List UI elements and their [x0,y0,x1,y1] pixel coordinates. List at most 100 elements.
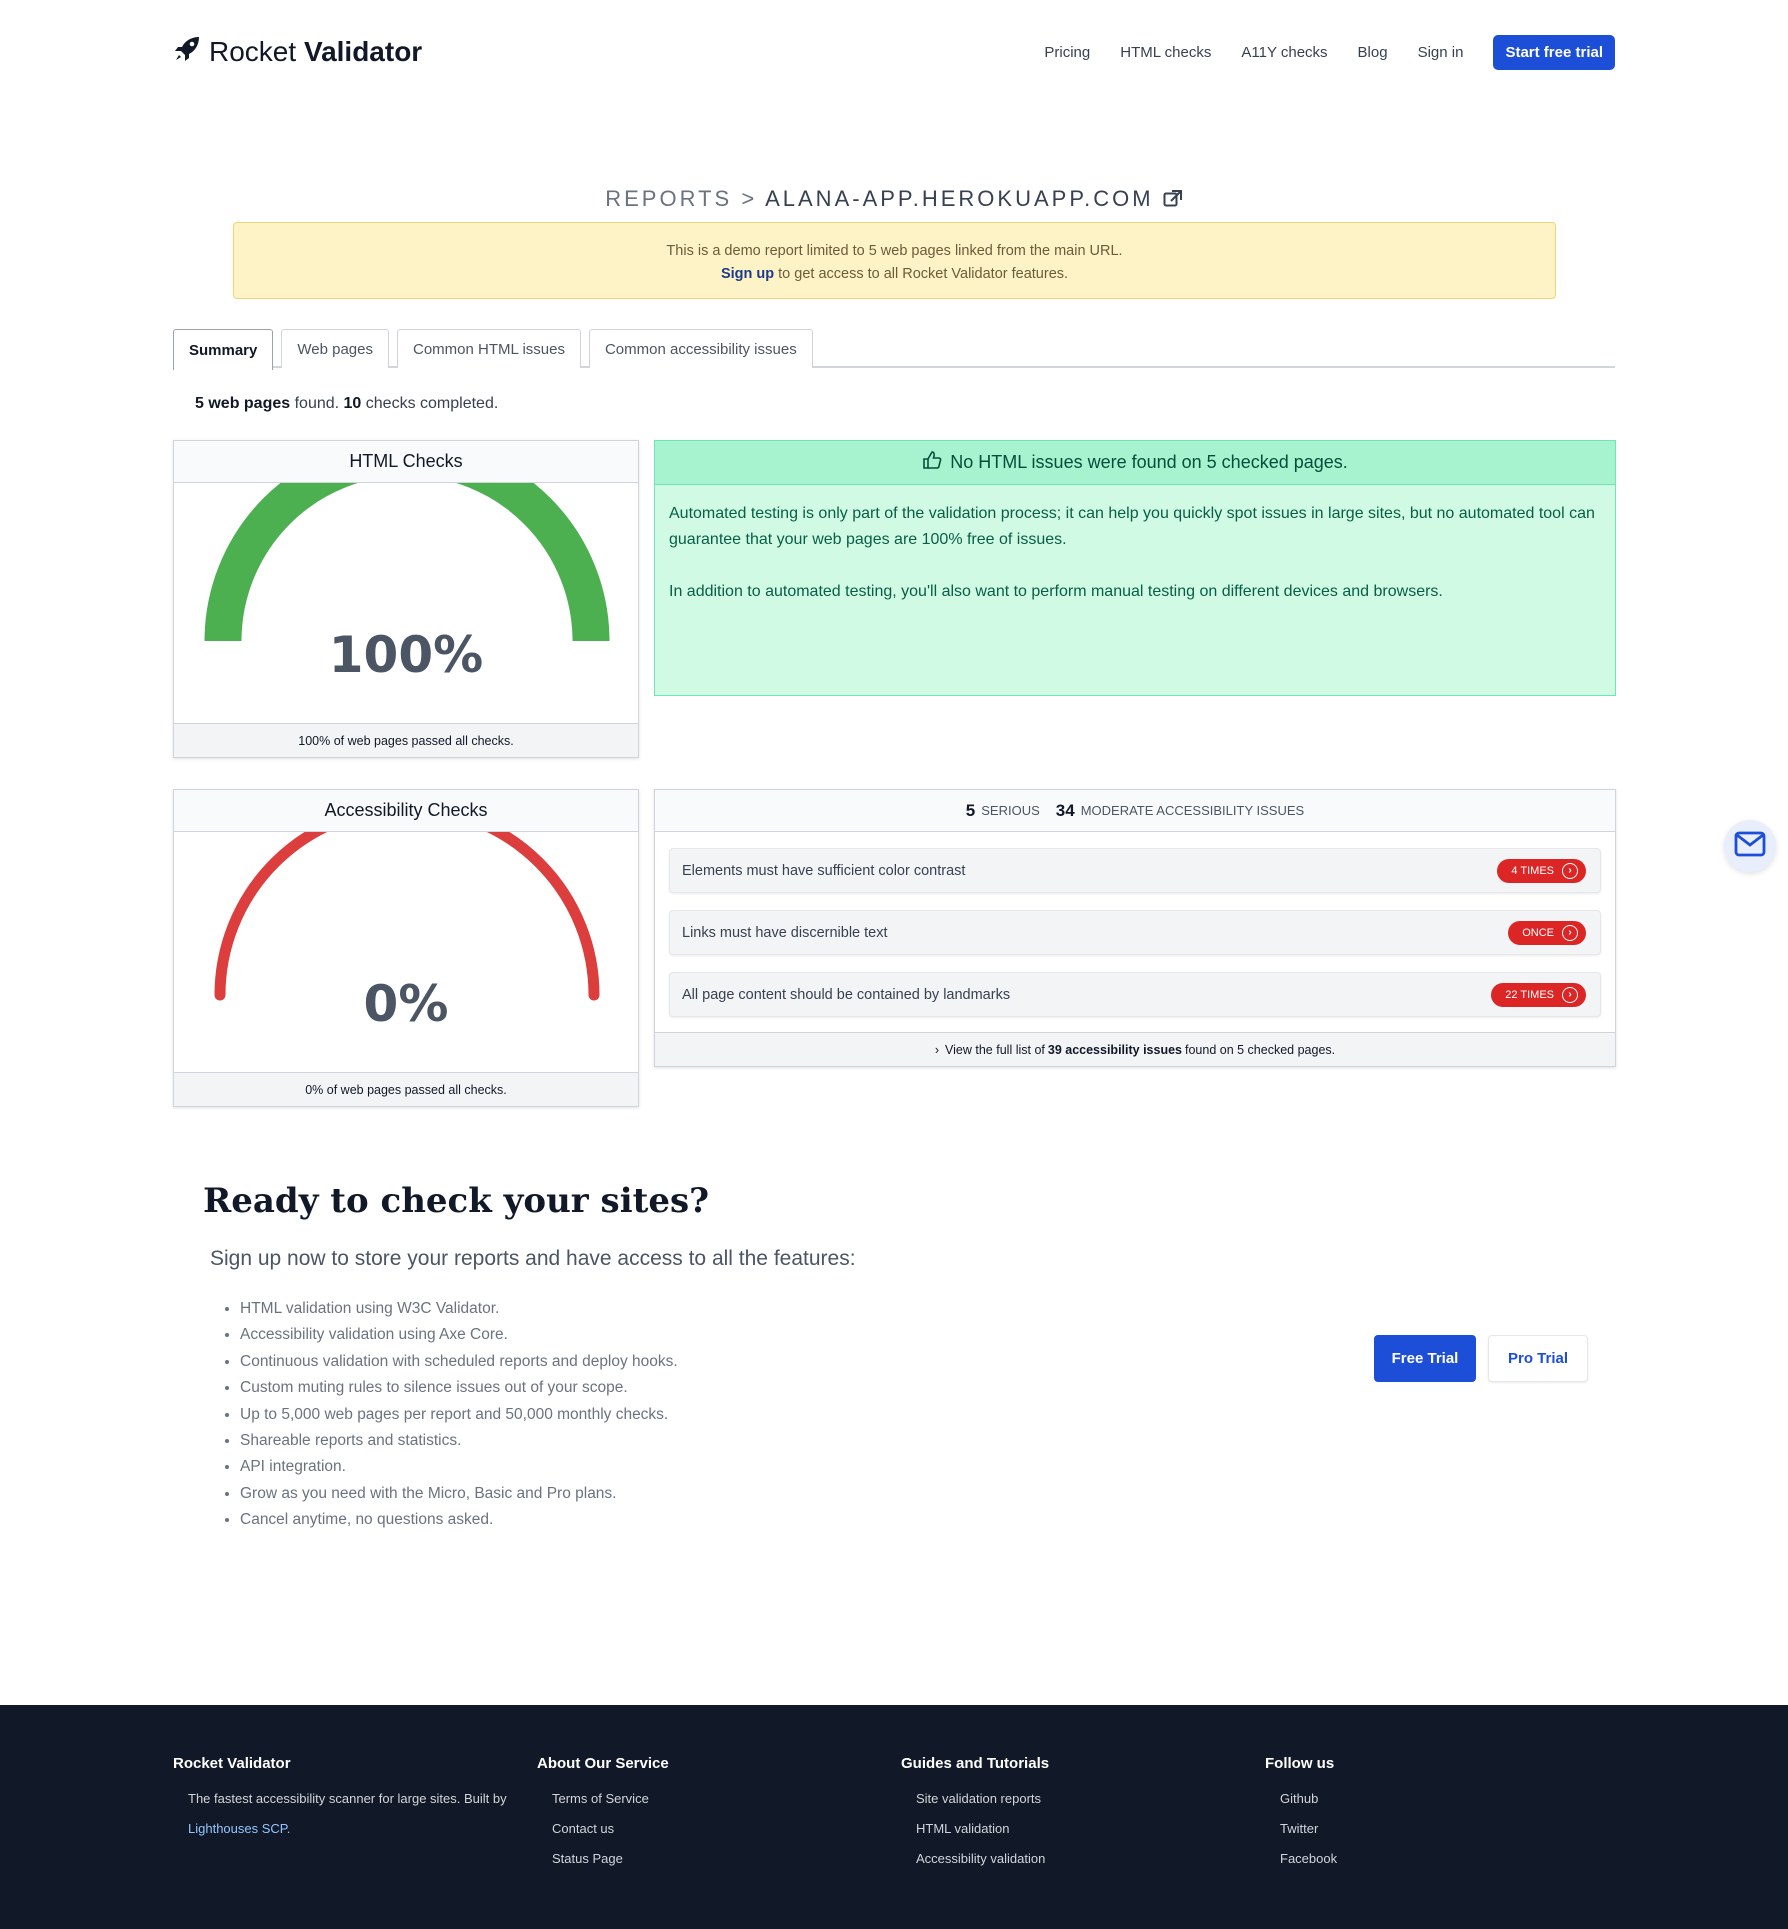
envelope-icon [1734,831,1766,862]
nav-html-checks[interactable]: HTML checks [1120,44,1211,61]
main-nav: Pricing HTML checks A11Y checks Blog Sig… [1044,34,1615,70]
nav-pricing[interactable]: Pricing [1044,44,1090,61]
html-checks-percent: 100% [328,626,484,684]
issue-count-badge[interactable]: ONCE › [1508,920,1586,945]
demo-notice: This is a demo report limited to 5 web p… [233,222,1556,299]
feature-item: Up to 5,000 web pages per report and 50,… [240,1402,678,1428]
html-success-panel: No HTML issues were found on 5 checked p… [654,440,1616,696]
issue-row[interactable]: Elements must have sufficient color cont… [669,848,1601,893]
pages-count: 5 web pages [195,395,291,412]
feature-item: Accessibility validation using Axe Core. [240,1322,678,1348]
footer-link-facebook[interactable]: Facebook [1280,1844,1337,1874]
tab-common-html-issues[interactable]: Common HTML issues [396,329,581,368]
cta-title: Ready to check your sites? [203,1181,710,1221]
feature-item: Shareable reports and statistics. [240,1428,678,1454]
site-header: Rocket Validator Pricing HTML checks A11… [173,34,1615,70]
pages-found-text: found. [290,395,344,412]
footer-col-title: Guides and Tutorials [901,1755,1050,1772]
footer-link-contact[interactable]: Contact us [552,1814,669,1844]
rocket-icon [173,35,201,70]
footer-link-status[interactable]: Status Page [552,1844,669,1874]
full-list-count: 39 accessibility issues [1047,1042,1182,1057]
feature-list: HTML validation using W3C Validator. Acc… [240,1296,678,1534]
footer-description: The fastest accessibility scanner for la… [188,1791,507,1806]
footer-col-title: Rocket Validator [173,1755,291,1772]
success-body: Automated testing is only part of the va… [655,485,1615,621]
footer-col-service: About Our Service Terms of Service Conta… [537,1755,669,1874]
external-link-icon[interactable] [1163,186,1183,211]
footer-link-site-validation[interactable]: Site validation reports [916,1784,1049,1814]
chevron-right-icon: › [1562,924,1578,941]
pro-trial-button[interactable]: Pro Trial [1488,1335,1588,1382]
site-logo[interactable]: Rocket Validator [173,35,422,70]
html-checks-footer: 100% of web pages passed all checks. [174,723,638,757]
serious-count: 5 [965,800,976,820]
accessibility-issues-panel: 5 SERIOUS 34 MODERATE ACCESSIBILITY ISSU… [654,789,1616,1067]
chevron-right-icon: › [1562,862,1578,879]
full-list-text-post: found on 5 checked pages. [1185,1042,1336,1057]
footer-link-github[interactable]: Github [1280,1784,1337,1814]
accessibility-checks-title: Accessibility Checks [174,790,638,832]
html-checks-gauge [204,483,610,642]
accessibility-issues-summary: 5 SERIOUS 34 MODERATE ACCESSIBILITY ISSU… [655,790,1615,832]
issue-text: Links must have discernible text [682,924,888,941]
footer-link-twitter[interactable]: Twitter [1280,1814,1337,1844]
success-heading: No HTML issues were found on 5 checked p… [655,441,1615,485]
footer-link-html-validation[interactable]: HTML validation [916,1814,1049,1844]
success-paragraph-1: Automated testing is only part of the va… [669,505,1595,548]
full-list-text-pre: View the full list of [945,1042,1045,1057]
issue-row[interactable]: All page content should be contained by … [669,972,1601,1017]
nav-blog[interactable]: Blog [1358,44,1388,61]
chevron-right-icon: › [1562,986,1578,1003]
footer-col-follow: Follow us Github Twitter Facebook [1265,1755,1337,1874]
start-free-trial-button[interactable]: Start free trial [1493,34,1615,70]
view-full-list-link[interactable]: › View the full list of 39 accessibility… [655,1032,1615,1066]
demo-notice-line2: to get access to all Rocket Validator fe… [774,266,1069,282]
contact-mail-button[interactable] [1724,820,1776,872]
issue-row[interactable]: Links must have discernible text ONCE › [669,910,1601,955]
footer-lighthouses-link[interactable]: Lighthouses SCP. [188,1814,507,1844]
report-tabs: Summary Web pages Common HTML issues Com… [173,329,1615,370]
footer-col-title: Follow us [1265,1755,1335,1772]
html-gauge-arc [204,483,610,642]
logo-text-bold: Validator [303,36,423,67]
breadcrumb: REPORTS > ALANA-APP.HEROKUAPP.COM [0,186,1788,212]
accessibility-checks-card: Accessibility Checks 0% 0% of web pages … [173,789,639,1107]
feature-item: Custom muting rules to silence issues ou… [240,1375,678,1401]
issue-text: Elements must have sufficient color cont… [682,862,966,879]
moderate-label: MODERATE ACCESSIBILITY ISSUES [1080,803,1305,818]
footer-col-title: About Our Service [537,1755,669,1772]
issue-count-label: 22 TIMES [1505,988,1554,1001]
tab-summary[interactable]: Summary [173,329,274,370]
checks-completed-text: checks completed. [361,395,499,412]
sign-up-link[interactable]: Sign up [721,266,774,282]
checks-count: 10 [343,395,362,412]
feature-item: API integration. [240,1454,678,1480]
a11y-gauge-arc [214,832,600,1001]
feature-item: Continuous validation with scheduled rep… [240,1349,678,1375]
issue-count-label: ONCE [1522,926,1554,939]
nav-sign-in[interactable]: Sign in [1418,44,1464,61]
footer-link-terms[interactable]: Terms of Service [552,1784,669,1814]
issue-count-badge[interactable]: 22 TIMES › [1491,982,1586,1007]
breadcrumb-separator: > [741,186,758,211]
thumbs-up-icon [922,450,942,475]
moderate-count: 34 [1055,800,1075,820]
serious-label: SERIOUS [981,803,1040,818]
breadcrumb-site[interactable]: ALANA-APP.HEROKUAPP.COM [765,186,1154,211]
accessibility-checks-footer: 0% of web pages passed all checks. [174,1072,638,1106]
chevron-right-icon: › [934,1042,940,1057]
breadcrumb-reports[interactable]: REPORTS [605,186,732,211]
tab-common-accessibility-issues[interactable]: Common accessibility issues [588,329,813,368]
issue-text: All page content should be contained by … [682,986,1011,1003]
tab-web-pages[interactable]: Web pages [281,329,389,368]
logo-text-light: Rocket [209,36,297,67]
feature-item: Grow as you need with the Micro, Basic a… [240,1481,678,1507]
footer-link-a11y-validation[interactable]: Accessibility validation [916,1844,1049,1874]
issue-count-badge[interactable]: 4 TIMES › [1497,858,1586,883]
success-paragraph-2: In addition to automated testing, you'll… [669,583,1443,600]
free-trial-button[interactable]: Free Trial [1374,1335,1476,1382]
demo-notice-line1: This is a demo report limited to 5 web p… [666,243,1123,259]
summary-counts: 5 web pages found. 10 checks completed. [195,395,1637,413]
nav-a11y-checks[interactable]: A11Y checks [1241,44,1327,61]
